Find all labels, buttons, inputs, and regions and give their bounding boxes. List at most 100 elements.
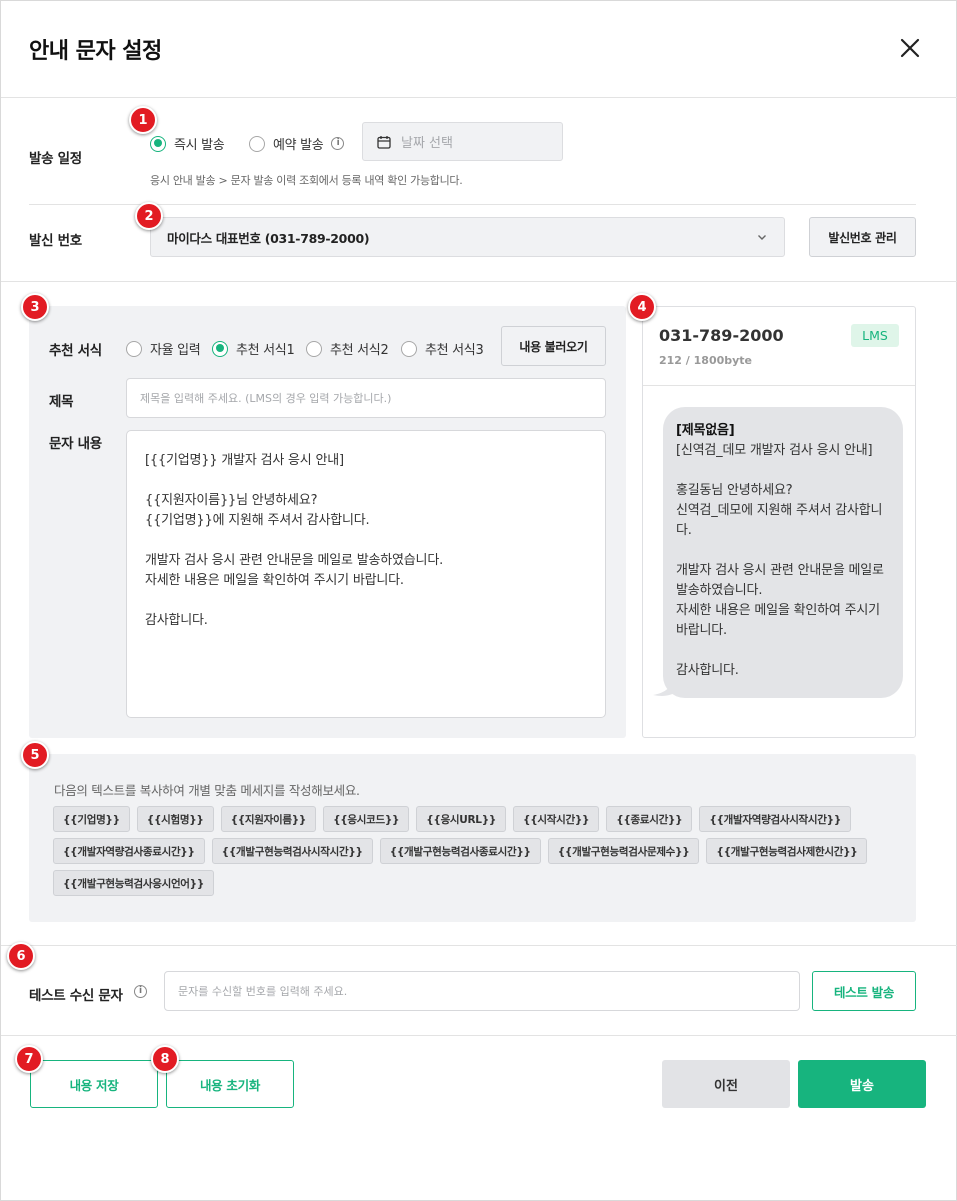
divider (1, 1035, 957, 1036)
dialog-title: 안내 문자 설정 (29, 39, 162, 64)
radio-indicator (249, 135, 265, 152)
template-label: 추천 서식 (49, 343, 102, 359)
preview-byte-count: 212 / 1800byte (659, 354, 753, 367)
body-label: 문자 내용 (49, 436, 102, 452)
sender-selected-value: 마이다스 대표번호 (031-789-2000) (167, 230, 370, 246)
message-body-textarea[interactable]: [{{기업명}} 개발자 검사 응시 안내] {{지원자이름}}님 안녕하세요?… (126, 430, 606, 718)
step-badge-3: 3 (21, 293, 49, 321)
variable-tag[interactable]: {{응시코드}} (323, 806, 410, 832)
test-receiver-label: 테스트 수신 문자 (29, 988, 123, 1004)
close-icon[interactable] (897, 35, 923, 61)
variable-tag[interactable]: {{개발구현능력검사시작시간}} (211, 838, 373, 864)
variable-tag[interactable]: {{개발구현능력검사문제수}} (547, 838, 700, 864)
preview-line: 바랍니다. (676, 623, 727, 638)
radio-indicator (126, 340, 142, 357)
info-icon[interactable]: i (134, 985, 147, 998)
radio-label: 추천 서식1 (236, 343, 295, 358)
variable-tag[interactable]: {{개발구현능력검사응시언어}} (53, 870, 215, 896)
prev-button[interactable]: 이전 (662, 1060, 790, 1108)
preview-sender-number: 031-789-2000 (659, 326, 784, 345)
test-send-button[interactable]: 테스트 발송 (812, 971, 916, 1011)
preview-line (676, 641, 890, 661)
calendar-icon (377, 135, 391, 149)
subject-input[interactable]: 제목을 입력해 주세요. (LMS의 경우 입력 가능합니다.) (126, 378, 606, 418)
manage-sender-button[interactable]: 발신번호 관리 (809, 217, 916, 257)
radio-send-scheduled[interactable]: 예약 발송 i (249, 134, 345, 153)
radio-template-2[interactable]: 추천 서식2 (306, 339, 389, 358)
info-icon[interactable]: i (331, 137, 345, 150)
radio-label: 예약 발송 (273, 138, 324, 153)
preview-line: 감사합니다. (676, 663, 739, 678)
variable-tag[interactable]: {{개발자역량검사시작시간}} (699, 806, 851, 832)
radio-indicator (150, 135, 166, 152)
variable-tag[interactable]: {{개발구현능력검사제한시간}} (706, 838, 868, 864)
radio-template-3[interactable]: 추천 서식3 (401, 339, 484, 358)
variable-tag[interactable]: {{시작시간}} (513, 806, 600, 832)
preview-line: 개발자 검사 응시 관련 안내문을 메일로 (676, 563, 884, 578)
body-line: {{지원자이름}}님 안녕하세요? (145, 493, 318, 508)
body-line (145, 531, 587, 551)
radio-template-1[interactable]: 추천 서식1 (212, 339, 295, 358)
step-badge-8: 8 (151, 1045, 179, 1073)
variables-description: 다음의 텍스트를 복사하여 개별 맞춤 메세지를 작성해보세요. (54, 783, 360, 798)
radio-label: 즉시 발송 (174, 138, 225, 153)
sms-settings-dialog: 안내 문자 설정 발송 일정 1 즉시 발송 예약 발송 i 날짜 선택 응시 … (0, 0, 957, 1201)
date-placeholder: 날짜 선택 (401, 136, 453, 151)
sender-label: 발신 번호 (29, 233, 82, 249)
body-line: {{기업명}}에 지원해 주셔서 감사합니다. (145, 513, 370, 528)
step-badge-7: 7 (15, 1045, 43, 1073)
divider (29, 204, 916, 205)
schedule-label: 발송 일정 (29, 151, 82, 167)
variable-tag[interactable]: {{응시URL}} (416, 806, 507, 832)
divider (1, 945, 957, 946)
header-divider (1, 97, 957, 98)
variable-tag[interactable]: {{지원자이름}} (220, 806, 317, 832)
preview-divider (643, 385, 915, 386)
preview-line: 발송하였습니다. (676, 583, 763, 598)
radio-label: 추천 서식2 (330, 343, 389, 358)
step-badge-5: 5 (21, 741, 49, 769)
variable-tag[interactable]: {{개발자역량검사종료시간}} (53, 838, 205, 864)
save-content-button[interactable]: 내용 저장 (30, 1060, 158, 1108)
preview-line: 신역검_데모에 지원해 주셔서 감사합니 (676, 503, 883, 518)
body-line (145, 471, 587, 491)
variable-tag[interactable]: {{종료시간}} (606, 806, 693, 832)
step-badge-6: 6 (7, 942, 35, 970)
radio-send-now[interactable]: 즉시 발송 (150, 134, 225, 153)
variable-tag[interactable]: {{개발구현능력검사종료시간}} (379, 838, 541, 864)
body-line: 개발자 검사 응시 관련 안내문을 메일로 발송하였습니다. (145, 553, 444, 568)
preview-line (676, 461, 890, 481)
preview-line: 다. (676, 523, 692, 538)
variable-tag-list: {{기업명}} {{시험명}} {{지원자이름}} {{응시코드}} {{응시U… (53, 806, 893, 896)
variable-tag[interactable]: {{기업명}} (53, 806, 130, 832)
preview-line (676, 541, 890, 561)
load-template-button[interactable]: 내용 불러오기 (501, 326, 606, 366)
message-type-badge: LMS (851, 324, 899, 347)
body-line: [{{기업명}} 개발자 검사 응시 안내] (145, 453, 344, 468)
preview-line: [신역검_데모 개발자 검사 응시 안내] (676, 443, 873, 458)
radio-indicator (306, 340, 322, 357)
variables-panel: 다음의 텍스트를 복사하여 개별 맞춤 메세지를 작성해보세요. {{기업명}}… (29, 754, 916, 922)
send-button[interactable]: 발송 (798, 1060, 926, 1108)
preview-line: 자세한 내용은 메일을 확인하여 주시기 (676, 603, 880, 618)
body-line: 감사합니다. (145, 613, 208, 628)
step-badge-2: 2 (135, 202, 163, 230)
test-number-input[interactable]: 문자를 수신할 번호를 입력해 주세요. (164, 971, 800, 1011)
body-line: 자세한 내용은 메일을 확인하여 주시기 바랍니다. (145, 573, 404, 588)
step-badge-1: 1 (129, 106, 157, 134)
subject-label: 제목 (49, 394, 74, 410)
radio-indicator (401, 340, 417, 357)
sender-select[interactable]: 마이다스 대표번호 (031-789-2000) (150, 217, 785, 257)
step-badge-4: 4 (628, 293, 656, 321)
preview-line: 홍길동님 안녕하세요? (676, 483, 793, 498)
preview-subject: [제목없음] (676, 423, 735, 438)
radio-label: 자율 입력 (150, 343, 201, 358)
date-picker[interactable]: 날짜 선택 (362, 122, 563, 161)
chevron-down-icon (758, 235, 766, 240)
divider (1, 281, 957, 282)
variable-tag[interactable]: {{시험명}} (136, 806, 214, 832)
radio-label: 추천 서식3 (425, 343, 484, 358)
reset-content-button[interactable]: 내용 초기화 (166, 1060, 294, 1108)
radio-template-free[interactable]: 자율 입력 (126, 339, 201, 358)
body-line (145, 591, 587, 611)
